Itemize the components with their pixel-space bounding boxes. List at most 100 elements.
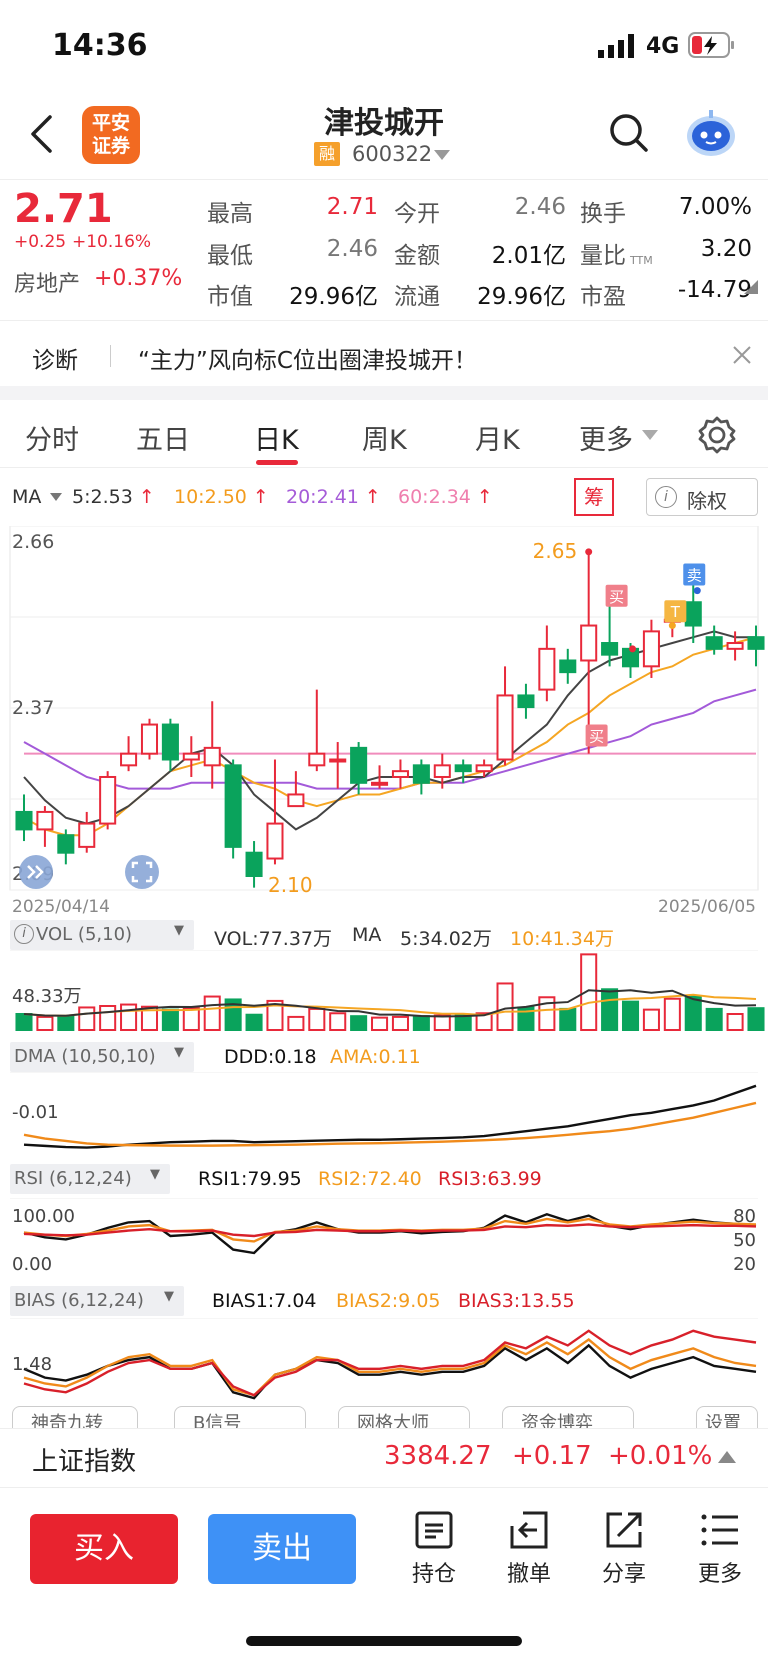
positions-button[interactable]: 持仓 (404, 1510, 464, 1588)
home-indicator (246, 1636, 522, 1646)
ma5-value: 5:2.53 ↑ (72, 486, 155, 508)
chip-magic-nine[interactable]: 神奇九转 (12, 1406, 138, 1430)
vol-ma10: 10:41.34万 (510, 928, 614, 950)
more-label: 更多 (697, 1562, 742, 1587)
share-button[interactable]: 分享 (594, 1510, 654, 1588)
tab-daily-k[interactable]: 日K (254, 418, 299, 457)
battery-icon (688, 32, 734, 58)
sector-pct[interactable]: +0.37% (94, 266, 182, 291)
candle (538, 625, 556, 702)
caret-down-icon[interactable] (50, 493, 62, 501)
candle-body (538, 647, 556, 691)
gear-icon[interactable] (698, 416, 736, 454)
chip-fund-game[interactable]: 资金博弈 (502, 1406, 634, 1430)
kline-chart[interactable]: 2.662.372.092.652.10买买卖T2025/04/142025/0… (0, 526, 768, 920)
ma5-text: 5:2.53 (72, 486, 133, 508)
sell-button[interactable]: 卖出 (208, 1514, 356, 1584)
signal-dot (629, 645, 637, 653)
candle (329, 742, 347, 789)
bias1-value: BIAS1:7.04 (212, 1290, 317, 1312)
stock-title[interactable]: 津投城开 (0, 98, 768, 142)
bias3-value: BIAS3:13.55 (458, 1290, 575, 1312)
volume-chart[interactable]: 48.33万 (0, 950, 768, 1034)
stock-code[interactable]: 600322 (352, 142, 432, 166)
cancel-order-button[interactable]: 撤单 (499, 1510, 559, 1588)
volume-bar (747, 1007, 765, 1032)
chip-distribution-button[interactable]: 筹 (574, 478, 614, 516)
candle (287, 771, 305, 808)
status-time: 14:36 (52, 28, 148, 63)
volume-bar (161, 1008, 179, 1031)
y-tick-label: 2.66 (12, 531, 54, 553)
search-icon[interactable] (608, 112, 650, 154)
caret-down-icon[interactable] (642, 430, 658, 440)
tab-more[interactable]: 更多 (579, 418, 633, 457)
quote-value: 2.46 (326, 236, 378, 262)
candle-body (705, 636, 723, 650)
candle-body (99, 775, 117, 825)
tab-five-day[interactable]: 五日 (136, 418, 190, 457)
quote-label: 市盈 (580, 284, 626, 310)
caret-up-icon[interactable] (718, 1451, 736, 1463)
expand-left-button[interactable] (19, 855, 53, 889)
ddd-line (23, 1084, 757, 1149)
candle-body (559, 659, 577, 674)
tab-weekly-k[interactable]: 周K (362, 418, 407, 457)
chip-grid-master[interactable]: 网格大师 (338, 1406, 470, 1430)
index-value: 3384.27 (384, 1441, 492, 1471)
ttm-label: TTM (630, 254, 653, 267)
candle-body (140, 723, 159, 755)
candle (15, 794, 33, 842)
vol-indicator-label[interactable]: i VOL (5,10) ▼ (10, 920, 194, 950)
volume-bar (120, 1003, 138, 1032)
chip-settings[interactable]: 设置 (696, 1406, 758, 1430)
more-button[interactable]: 更多 (690, 1510, 750, 1588)
rsi-indicator-label[interactable]: RSI (6,12,24) ▼ (10, 1164, 170, 1194)
candle-body (203, 746, 221, 767)
candle (642, 619, 660, 678)
dma-title: DMA (10,50,10) (14, 1046, 156, 1067)
rsi-y-tick-bottom: 0.00 (12, 1254, 52, 1274)
volume-bar (642, 1008, 660, 1031)
candle-body (245, 851, 263, 877)
candle-body (371, 781, 389, 786)
close-icon[interactable] (732, 345, 752, 365)
caret-down-icon[interactable] (434, 150, 450, 160)
buy-button[interactable]: 买入 (30, 1514, 178, 1584)
sector-name[interactable]: 房地产 (14, 266, 80, 298)
quote-value: 7.00% (678, 194, 752, 220)
candle-body (391, 770, 409, 778)
volume-bar (182, 1007, 200, 1032)
ex-rights-button[interactable]: i 除权 (646, 478, 758, 516)
candle-body (642, 630, 660, 668)
candle (120, 736, 138, 772)
robot-assistant-icon[interactable] (684, 106, 738, 160)
high-price-label: 2.65 (533, 539, 578, 563)
fullscreen-button[interactable] (125, 855, 159, 889)
ma60-value: 60:2.34 ↑ (398, 486, 493, 508)
candle-body (182, 752, 200, 761)
tab-monthly-k[interactable]: 月K (475, 418, 520, 457)
x-start-date: 2025/04/14 (12, 897, 110, 917)
ma-title[interactable]: MA (12, 486, 41, 508)
rsi-y-tick-top: 100.00 (12, 1206, 75, 1227)
rsi-chart[interactable]: 100.00 0.00 80 50 20 (0, 1198, 768, 1274)
dma-chart[interactable]: -0.01 (0, 1072, 768, 1156)
candle (580, 549, 598, 754)
bias-indicator-label[interactable]: BIAS (6,12,24) ▼ (10, 1286, 184, 1316)
dma-indicator-label[interactable]: DMA (10,50,10) ▼ (10, 1042, 194, 1072)
ddd-value: DDD:0.18 (224, 1046, 317, 1068)
index-ticker-bar[interactable]: 上证指数 3384.27 +0.17 +0.01% (0, 1428, 768, 1488)
up-arrow-icon: ↑ (132, 486, 155, 508)
ama-value: AMA:0.11 (330, 1046, 421, 1068)
diagnosis-text[interactable]: “主力”风向标C位出圈津投城开！ (138, 341, 477, 375)
vol-title: VOL (5,10) (36, 924, 133, 945)
y-tick-label: 2.37 (12, 697, 54, 719)
quote-value: 2.01亿 (491, 243, 566, 269)
bias-chart[interactable]: 1.48 (0, 1318, 768, 1408)
candle (140, 718, 159, 760)
diagnosis-bar[interactable]: 诊断 “主力”风向标C位出圈津投城开！ (0, 320, 768, 386)
tab-intraday[interactable]: 分时 (25, 418, 79, 457)
candle (224, 759, 242, 859)
chip-b-signal[interactable]: B信号 (174, 1406, 306, 1430)
